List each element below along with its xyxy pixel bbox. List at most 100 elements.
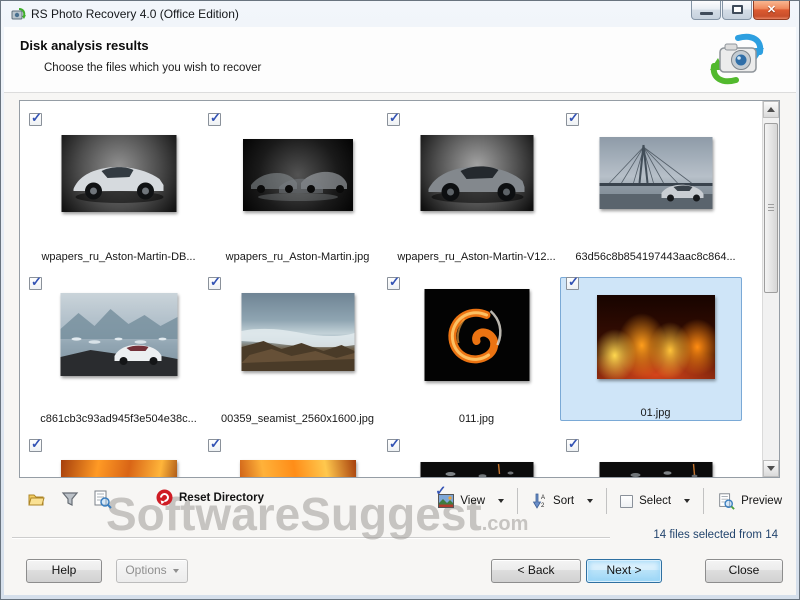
help-button[interactable]: Help — [26, 559, 102, 583]
page-title: Disk analysis results — [20, 38, 149, 53]
file-thumbnail[interactable] — [243, 139, 353, 211]
app-window: RS Photo Recovery 4.0 (Office Edition) ✕… — [0, 0, 800, 600]
file-item[interactable]: wpapers_ru_Aston-Martin-V12... — [387, 113, 566, 265]
file-thumbnail[interactable] — [599, 462, 712, 478]
vertical-scrollbar[interactable] — [762, 101, 779, 477]
file-thumbnail[interactable] — [420, 462, 533, 478]
title-bar[interactable]: RS Photo Recovery 4.0 (Office Edition) ✕ — [1, 1, 799, 27]
minimize-button[interactable] — [691, 1, 721, 20]
grid-row: c861cb3c93ad945f3e504e38c... 00359_seami… — [29, 277, 745, 427]
options-label: Options — [125, 563, 166, 577]
select-label: Select — [639, 495, 671, 507]
app-icon — [10, 6, 26, 22]
toolbar-separator — [703, 488, 704, 514]
file-checkbox[interactable] — [29, 439, 42, 452]
reset-directory-button[interactable]: Reset Directory — [156, 489, 264, 506]
sort-az-icon: A 2 — [531, 493, 547, 509]
minimize-icon — [700, 12, 713, 15]
file-name: 01.jpg — [564, 407, 747, 419]
preview-document-icon[interactable] — [92, 489, 112, 509]
file-name: 63d56c8b854197443aac8c864... — [564, 251, 747, 263]
select-checkbox-icon — [620, 495, 633, 508]
window-title: RS Photo Recovery 4.0 (Office Edition) — [31, 7, 239, 21]
grid-row: wpapers_ru_Aston-Martin-DB... wpapers_ru… — [29, 113, 745, 265]
file-item[interactable]: wpapers_ru_Aston-Martin-DB... — [29, 113, 208, 265]
page-subtitle: Choose the files which you wish to recov… — [44, 62, 261, 74]
toolbar-separator — [606, 488, 607, 514]
file-checkbox[interactable] — [387, 439, 400, 452]
file-item[interactable] — [387, 439, 566, 478]
scroll-down-icon — [767, 466, 775, 471]
scroll-up-icon — [767, 107, 775, 112]
file-thumbnail[interactable] — [60, 293, 177, 376]
grid-row — [29, 439, 745, 478]
file-checkbox[interactable] — [29, 113, 42, 126]
status-divider — [12, 537, 610, 539]
file-item[interactable]: 011.jpg — [387, 277, 566, 427]
filter-funnel-icon[interactable] — [60, 489, 80, 509]
file-thumbnail[interactable] — [597, 295, 715, 379]
file-checkbox[interactable] — [387, 113, 400, 126]
preview-label: Preview — [741, 495, 782, 507]
scroll-up-button[interactable] — [763, 101, 779, 118]
close-icon: ✕ — [754, 3, 789, 16]
file-item[interactable] — [29, 439, 208, 478]
scroll-down-button[interactable] — [763, 460, 779, 477]
file-checkbox[interactable] — [208, 439, 221, 452]
file-item[interactable]: 63d56c8b854197443aac8c864... — [566, 113, 745, 265]
file-checkbox[interactable] — [566, 439, 579, 452]
file-item[interactable] — [208, 439, 387, 478]
options-button[interactable]: Options — [116, 559, 188, 583]
select-button[interactable]: Select — [616, 493, 694, 510]
file-thumbnail[interactable] — [61, 135, 176, 212]
file-checkbox[interactable] — [29, 277, 42, 290]
close-button[interactable]: ✕ — [753, 1, 790, 20]
open-folder-icon[interactable] — [26, 489, 46, 509]
file-thumbnail[interactable] — [424, 289, 529, 381]
file-name: 011.jpg — [385, 413, 568, 425]
file-name: wpapers_ru_Aston-Martin-V12... — [385, 251, 568, 263]
selection-summary: 14 files selected from 14 — [653, 529, 778, 541]
bottom-toolbar: Reset Directory View — [4, 484, 796, 518]
file-checkbox[interactable] — [566, 277, 579, 290]
select-dropdown-icon[interactable] — [684, 499, 690, 503]
preview-magnifier-icon — [717, 492, 735, 510]
view-label: View — [460, 495, 485, 507]
next-button[interactable]: Next > — [586, 559, 662, 583]
toolbar-separator — [517, 488, 518, 514]
view-dropdown-icon[interactable] — [498, 499, 504, 503]
options-dropdown-icon — [173, 569, 179, 573]
scrollbar-thumb[interactable] — [764, 123, 778, 293]
file-thumbnail[interactable] — [420, 135, 533, 211]
file-item[interactable]: c861cb3c93ad945f3e504e38c... — [29, 277, 208, 427]
maximize-icon — [732, 5, 743, 14]
file-checkbox[interactable] — [208, 277, 221, 290]
close-dialog-button[interactable]: Close — [705, 559, 783, 583]
file-thumbnail[interactable] — [61, 460, 177, 478]
svg-text:2: 2 — [541, 503, 545, 509]
maximize-button[interactable] — [722, 1, 752, 20]
file-item[interactable]: 00359_seamist_2560x1600.jpg — [208, 277, 387, 427]
file-thumbnail[interactable] — [240, 460, 356, 478]
file-item[interactable] — [566, 439, 745, 478]
file-thumbnail[interactable] — [241, 293, 354, 371]
file-name: c861cb3c93ad945f3e504e38c... — [27, 413, 210, 425]
svg-text:A: A — [541, 495, 545, 501]
preview-button[interactable]: Preview — [713, 490, 786, 512]
sort-dropdown-icon[interactable] — [587, 499, 593, 503]
back-button[interactable]: < Back — [491, 559, 581, 583]
file-name: wpapers_ru_Aston-Martin-DB... — [27, 251, 210, 263]
file-thumbnail[interactable] — [599, 137, 712, 209]
file-item[interactable]: wpapers_ru_Aston-Martin.jpg — [208, 113, 387, 265]
sort-label: Sort — [553, 495, 574, 507]
dialog-body: Disk analysis results Choose the files w… — [4, 27, 796, 595]
sort-button[interactable]: A 2 Sort — [527, 491, 597, 511]
reset-directory-label: Reset Directory — [179, 492, 264, 504]
camera-recovery-icon — [708, 30, 766, 88]
file-checkbox[interactable] — [387, 277, 400, 290]
file-checkbox[interactable] — [566, 113, 579, 126]
file-name: wpapers_ru_Aston-Martin.jpg — [206, 251, 389, 263]
file-grid: wpapers_ru_Aston-Martin-DB... wpapers_ru… — [19, 100, 780, 478]
file-item selected-file-item[interactable]: 01.jpg — [566, 277, 745, 427]
file-checkbox[interactable] — [208, 113, 221, 126]
